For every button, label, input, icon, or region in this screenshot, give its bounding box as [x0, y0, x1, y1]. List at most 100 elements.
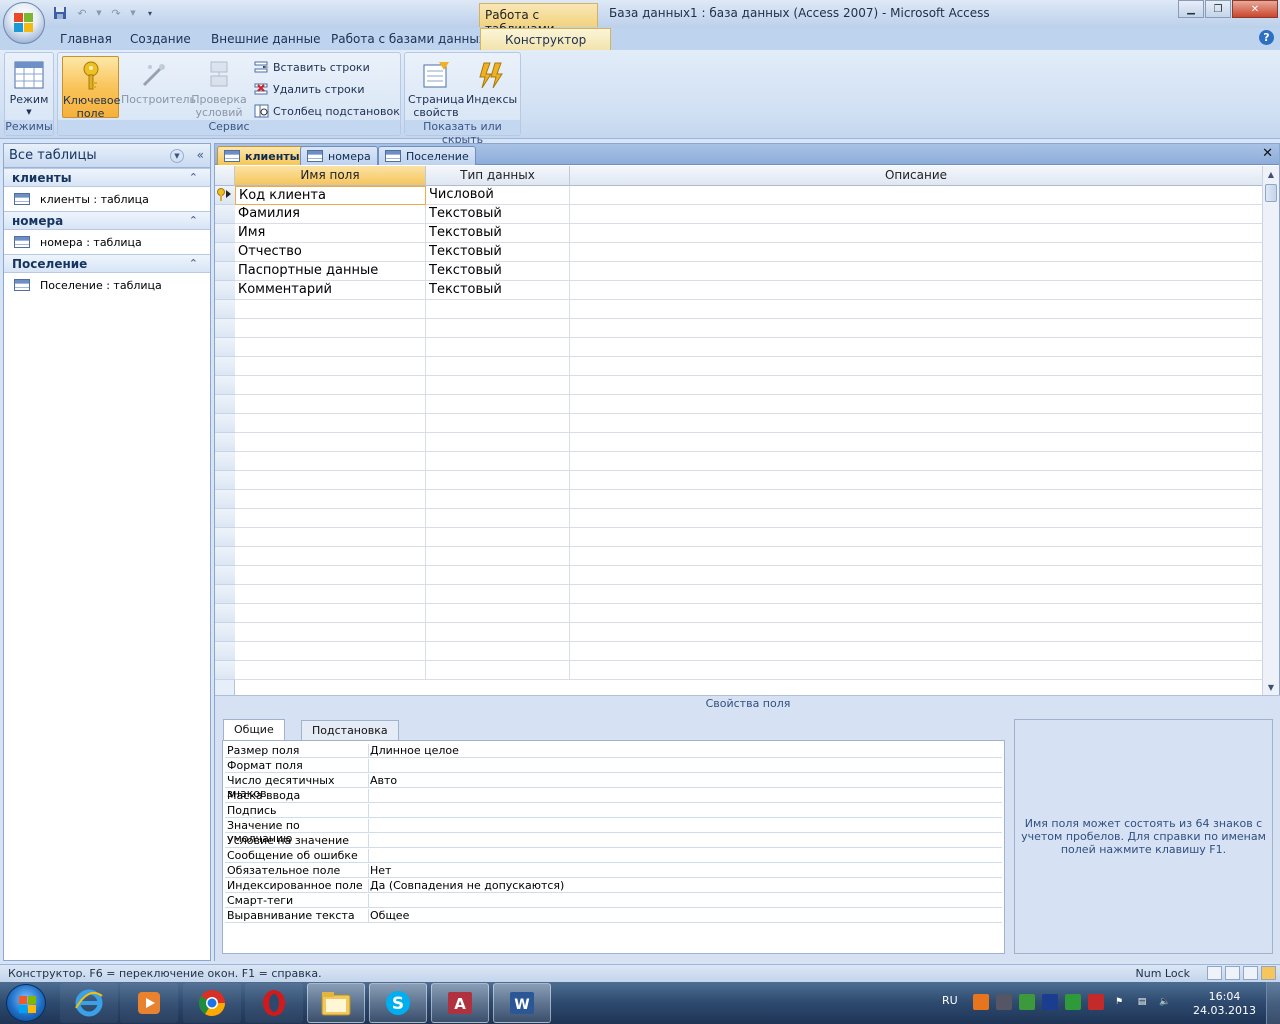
column-header-data-type[interactable]: Тип данных [426, 166, 570, 186]
row-selector[interactable] [215, 509, 235, 528]
vertical-scrollbar[interactable]: ▲ ▼ [1262, 166, 1279, 695]
row-selector[interactable] [215, 281, 235, 300]
description-cell[interactable] [570, 661, 1263, 680]
field-name-cell[interactable] [235, 642, 426, 661]
collapse-pane-icon[interactable]: « [197, 148, 204, 162]
select-all-corner[interactable] [215, 166, 235, 186]
field-name-cell[interactable] [235, 452, 426, 471]
chrome-icon[interactable] [183, 983, 241, 1023]
language-indicator[interactable]: RU [942, 994, 958, 1007]
delete-rows-button[interactable]: Удалить строки [254, 80, 365, 98]
indexes-button[interactable]: Индексы [466, 56, 517, 118]
property-value[interactable]: Общее [370, 909, 409, 922]
property-row[interactable]: Обязательное поле Нет [225, 863, 1002, 878]
field-name-cell[interactable] [235, 509, 426, 528]
tab-design[interactable]: Конструктор [480, 28, 612, 50]
tray-lang-icon[interactable] [1042, 994, 1058, 1010]
data-type-cell[interactable] [426, 509, 570, 528]
row-selector[interactable] [215, 262, 235, 281]
scroll-up-icon[interactable]: ▲ [1263, 166, 1279, 182]
description-cell[interactable] [570, 585, 1263, 604]
property-sheet-button[interactable]: Страница свойств [408, 56, 464, 119]
tray-app-icon[interactable] [973, 994, 989, 1010]
network-icon[interactable]: ▤ [1134, 994, 1150, 1010]
field-name-cell[interactable]: Комментарий [235, 281, 426, 300]
data-type-cell[interactable] [426, 623, 570, 642]
field-name-cell[interactable]: Паспортные данные [235, 262, 426, 281]
close-window-button[interactable]: ✕ [1232, 0, 1278, 18]
nav-item-rooms-table[interactable]: номера : таблица [4, 230, 210, 254]
row-selector[interactable] [215, 585, 235, 604]
field-name-cell[interactable] [235, 300, 426, 319]
description-cell[interactable] [570, 319, 1263, 338]
description-cell[interactable] [570, 205, 1263, 224]
data-type-cell[interactable] [426, 661, 570, 680]
scroll-down-icon[interactable]: ▼ [1263, 679, 1279, 695]
description-cell[interactable] [570, 528, 1263, 547]
property-row[interactable]: Выравнивание текста Общее [225, 908, 1002, 923]
datasheet-view-icon[interactable] [1207, 966, 1222, 980]
data-type-cell[interactable] [426, 433, 570, 452]
field-name-cell[interactable] [235, 433, 426, 452]
doc-tab-clients[interactable]: клиенты [217, 146, 307, 165]
description-cell[interactable] [570, 357, 1263, 376]
nav-group-settlement[interactable]: Поселение ⌃ [4, 254, 210, 273]
property-row[interactable]: Индексированное поле Да (Совпадения не до… [225, 878, 1002, 893]
data-type-cell[interactable] [426, 604, 570, 623]
description-cell[interactable] [570, 186, 1263, 205]
data-type-cell[interactable]: Текстовый [426, 281, 570, 300]
row-selector[interactable] [215, 661, 235, 680]
row-selector[interactable] [215, 528, 235, 547]
property-value[interactable]: Авто [370, 774, 397, 787]
field-name-cell[interactable] [235, 357, 426, 376]
description-cell[interactable] [570, 281, 1263, 300]
lookup-column-button[interactable]: Столбец подстановок [254, 102, 400, 120]
description-cell[interactable] [570, 338, 1263, 357]
field-name-cell[interactable] [235, 585, 426, 604]
description-cell[interactable] [570, 262, 1263, 281]
data-type-cell[interactable] [426, 376, 570, 395]
row-selector[interactable] [215, 642, 235, 661]
row-selector[interactable] [215, 414, 235, 433]
property-row[interactable]: Сообщение об ошибке [225, 848, 1002, 863]
data-type-cell[interactable]: Текстовый [426, 205, 570, 224]
data-type-cell[interactable] [426, 471, 570, 490]
row-selector[interactable] [215, 186, 235, 205]
property-row[interactable]: Смарт-теги [225, 893, 1002, 908]
row-selector[interactable] [215, 623, 235, 642]
data-type-cell[interactable] [426, 566, 570, 585]
data-type-cell[interactable] [426, 585, 570, 604]
field-name-cell[interactable] [235, 623, 426, 642]
tray-check-icon[interactable] [1019, 994, 1035, 1010]
data-type-cell[interactable]: Текстовый [426, 243, 570, 262]
property-row[interactable]: Условие на значение [225, 833, 1002, 848]
field-name-cell[interactable] [235, 604, 426, 623]
scroll-thumb[interactable] [1265, 184, 1277, 202]
property-row[interactable]: Число десятичных знаков Авто [225, 773, 1002, 800]
test-rules-button[interactable]: Проверка условий [189, 56, 249, 119]
data-type-cell[interactable] [426, 642, 570, 661]
tab-lookup[interactable]: Подстановка [301, 720, 399, 740]
tab-home[interactable]: Главная [60, 32, 112, 46]
data-type-cell[interactable] [426, 547, 570, 566]
field-name-cell[interactable]: Отчество [235, 243, 426, 262]
explorer-icon[interactable] [307, 983, 365, 1023]
data-type-cell[interactable] [426, 319, 570, 338]
description-cell[interactable] [570, 243, 1263, 262]
tab-general[interactable]: Общие [223, 719, 285, 741]
word-icon[interactable]: W [493, 983, 551, 1023]
property-row[interactable]: Маска ввода [225, 788, 1002, 803]
row-selector[interactable] [215, 566, 235, 585]
property-row[interactable]: Значение по умолчанию [225, 818, 1002, 845]
row-selector[interactable] [215, 376, 235, 395]
show-desktop-button[interactable] [1266, 982, 1280, 1024]
help-icon[interactable]: ? [1259, 30, 1274, 45]
tab-create[interactable]: Создание [130, 32, 191, 46]
description-cell[interactable] [570, 433, 1263, 452]
redo-dropdown-icon[interactable]: ▼ [130, 5, 136, 21]
opera-icon[interactable] [245, 983, 303, 1023]
customize-qat-icon[interactable]: ▾ [142, 5, 158, 21]
row-selector[interactable] [215, 224, 235, 243]
data-type-cell[interactable] [426, 357, 570, 376]
start-button[interactable] [6, 984, 46, 1022]
